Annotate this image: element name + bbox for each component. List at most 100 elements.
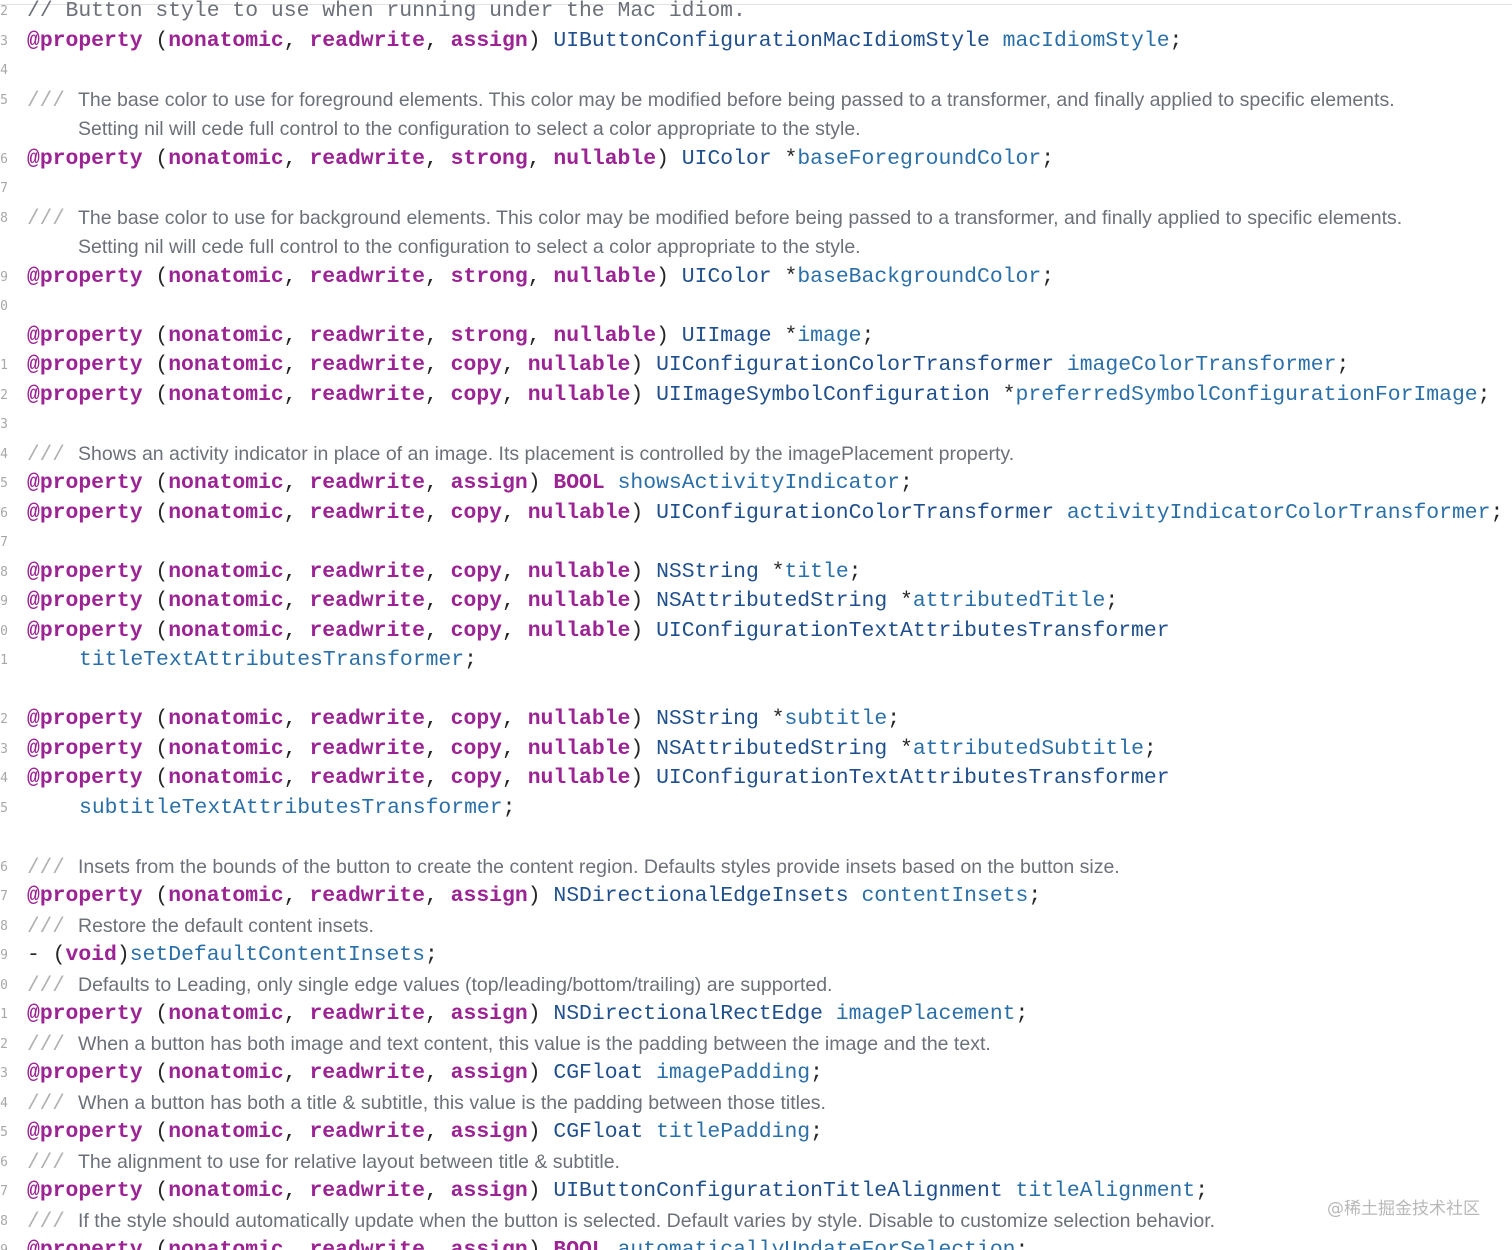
code-token: , bbox=[283, 353, 310, 377]
line-number: 3 bbox=[0, 33, 8, 49]
code-line[interactable]: 5 @property (nonatomic, readwrite, assign… bbox=[0, 1118, 1512, 1148]
code-line[interactable]: @property (nonatomic, readwrite, strong,… bbox=[0, 322, 1512, 352]
code-line[interactable]: 0 bbox=[0, 292, 1512, 322]
code-line[interactable] bbox=[0, 823, 1512, 853]
doc-comment-marker: /// bbox=[27, 207, 65, 231]
code-token: setDefaultContentInsets bbox=[129, 943, 425, 967]
code-token: ( bbox=[142, 353, 169, 377]
code-token: nonatomic bbox=[168, 500, 284, 525]
code-line[interactable]: 4 bbox=[0, 56, 1512, 86]
code-token: , bbox=[283, 1120, 310, 1144]
code-line[interactable]: 1 titleTextAttributesTransformer; bbox=[0, 646, 1512, 676]
code-line[interactable]: 5 /// The base color to use for foreground… bbox=[0, 86, 1512, 116]
code-line[interactable]: 0 /// Defaults to Leading, only single edg… bbox=[0, 971, 1512, 1001]
code-token: strong bbox=[450, 323, 528, 348]
code-line[interactable]: 5 @property (nonatomic, readwrite, assign… bbox=[0, 469, 1512, 499]
line-number: 9 bbox=[0, 1236, 8, 1250]
code-line[interactable]: 2 // Button style to use when running und… bbox=[0, 0, 1512, 27]
code-token: readwrite bbox=[309, 1120, 425, 1144]
code-token: ) bbox=[630, 707, 657, 731]
code-line[interactable]: 5 subtitleTextAttributesTransformer; bbox=[0, 794, 1512, 824]
code-line[interactable]: 4 @property (nonatomic, readwrite, copy, … bbox=[0, 764, 1512, 794]
code-line[interactable]: 2 @property (nonatomic, readwrite, copy, … bbox=[0, 705, 1512, 735]
code-text: @property (nonatomic, readwrite, assign)… bbox=[27, 882, 1041, 912]
code-token: ( bbox=[142, 500, 169, 525]
code-token: ; bbox=[1143, 736, 1157, 761]
code-line[interactable]: 7 bbox=[0, 528, 1512, 558]
code-line[interactable]: 7 @property (nonatomic, readwrite, assign… bbox=[0, 1177, 1512, 1207]
code-line[interactable]: 8 /// The base color to use for background… bbox=[0, 204, 1512, 234]
code-line[interactable]: 3 @property (nonatomic, readwrite, assign… bbox=[0, 1059, 1512, 1089]
code-line[interactable]: 9 @property (nonatomic, readwrite, strong… bbox=[0, 263, 1512, 293]
code-token: ( bbox=[142, 471, 169, 495]
code-token: ; bbox=[1041, 264, 1055, 289]
code-line[interactable]: 6 @property (nonatomic, readwrite, strong… bbox=[0, 145, 1512, 175]
code-token: , bbox=[283, 500, 310, 525]
line-number: 5 bbox=[0, 1125, 8, 1140]
line-number: 6 bbox=[0, 151, 8, 167]
code-token: UIConfigurationColorTransformer bbox=[656, 353, 1055, 377]
code-token: readwrite bbox=[309, 736, 425, 761]
code-token: assign bbox=[450, 1238, 528, 1250]
code-token: CGFloat bbox=[553, 1120, 644, 1144]
code-line[interactable]: 8 /// If the style should automatically up… bbox=[0, 1207, 1512, 1237]
code-token: macIdiomStyle bbox=[1002, 28, 1170, 53]
code-token: ) bbox=[656, 323, 682, 348]
code-token: nonatomic bbox=[168, 382, 284, 407]
code-line[interactable]: 4 /// When a button has both a title & sub… bbox=[0, 1089, 1512, 1119]
code-token: nonatomic bbox=[168, 618, 284, 643]
code-token: readwrite bbox=[309, 884, 425, 908]
code-line[interactable]: 9 @property (nonatomic, readwrite, copy, … bbox=[0, 587, 1512, 617]
code-line[interactable]: 3 bbox=[0, 410, 1512, 440]
line-number: 7 bbox=[0, 181, 8, 196]
code-line[interactable]: 3 @property (nonatomic, readwrite, copy, … bbox=[0, 735, 1512, 765]
code-line[interactable]: 8 @property (nonatomic, readwrite, copy, … bbox=[0, 558, 1512, 588]
code-line[interactable]: Setting nil will cede full control to th… bbox=[0, 115, 1512, 145]
code-line[interactable]: 6 @property (nonatomic, readwrite, copy, … bbox=[0, 499, 1512, 529]
code-line[interactable] bbox=[0, 676, 1512, 706]
code-token: copy bbox=[450, 500, 503, 525]
doc-comment: /// The base color to use for foreground … bbox=[27, 86, 1395, 116]
code-line[interactable]: 9 - (void)setDefaultContentInsets; bbox=[0, 941, 1512, 971]
code-line[interactable]: 0 @property (nonatomic, readwrite, copy, … bbox=[0, 617, 1512, 647]
code-token: UIColor bbox=[681, 264, 772, 289]
code-token: nonatomic bbox=[168, 471, 284, 495]
code-line[interactable]: 3 @property (nonatomic, readwrite, assign… bbox=[0, 27, 1512, 57]
code-line[interactable]: 1 @property (nonatomic, readwrite, assign… bbox=[0, 1000, 1512, 1030]
code-line[interactable]: 2 @property (nonatomic, readwrite, copy, … bbox=[0, 381, 1512, 411]
code-token: BOOL bbox=[553, 471, 605, 495]
code-token: nullable bbox=[527, 736, 631, 761]
code-token: , bbox=[424, 353, 451, 377]
code-token: ( bbox=[142, 1002, 169, 1026]
code-token: nullable bbox=[553, 264, 657, 289]
code-line[interactable]: 7 @property (nonatomic, readwrite, assign… bbox=[0, 882, 1512, 912]
code-token: nonatomic bbox=[168, 1061, 284, 1085]
code-token: showsActivityIndicator bbox=[617, 471, 900, 495]
code-token: , bbox=[424, 146, 451, 171]
code-line[interactable]: 6 /// The alignment to use for relative la… bbox=[0, 1148, 1512, 1178]
code-token: @property bbox=[27, 736, 143, 761]
code-token: ; bbox=[810, 1120, 823, 1144]
line-number: 9 bbox=[0, 594, 8, 609]
code-token: ) bbox=[630, 618, 657, 643]
code-line[interactable]: 9 @property (nonatomic, readwrite, assign… bbox=[0, 1236, 1512, 1250]
code-token: copy bbox=[450, 559, 503, 584]
code-line[interactable]: 4 /// Shows an activity indicator in place… bbox=[0, 440, 1512, 470]
code-editor[interactable]: 2 // Button style to use when running und… bbox=[0, 0, 1512, 1250]
code-line[interactable]: 2 /// When a button has both image and tex… bbox=[0, 1030, 1512, 1060]
code-line[interactable]: 6 /// Insets from the bounds of the button… bbox=[0, 853, 1512, 883]
code-token: , bbox=[424, 382, 451, 407]
code-line[interactable]: 7 bbox=[0, 174, 1512, 204]
code-text: @property (nonatomic, readwrite, copy, n… bbox=[27, 764, 1170, 794]
doc-comment: /// The base color to use for background … bbox=[27, 204, 1402, 234]
code-token: NSString bbox=[656, 559, 759, 584]
code-line[interactable]: 1 @property (nonatomic, readwrite, copy, … bbox=[0, 351, 1512, 381]
code-token: @property bbox=[27, 618, 143, 643]
code-token: NSString bbox=[656, 707, 759, 731]
code-token: imageColorTransformer bbox=[1066, 353, 1337, 377]
code-token: titleAlignment bbox=[1015, 1179, 1196, 1203]
code-text: @property (nonatomic, readwrite, copy, n… bbox=[27, 558, 862, 588]
code-line[interactable]: Setting nil will cede full control to th… bbox=[0, 233, 1512, 263]
code-token: nullable bbox=[527, 766, 631, 790]
code-line[interactable]: 8 /// Restore the default content insets. bbox=[0, 912, 1512, 942]
